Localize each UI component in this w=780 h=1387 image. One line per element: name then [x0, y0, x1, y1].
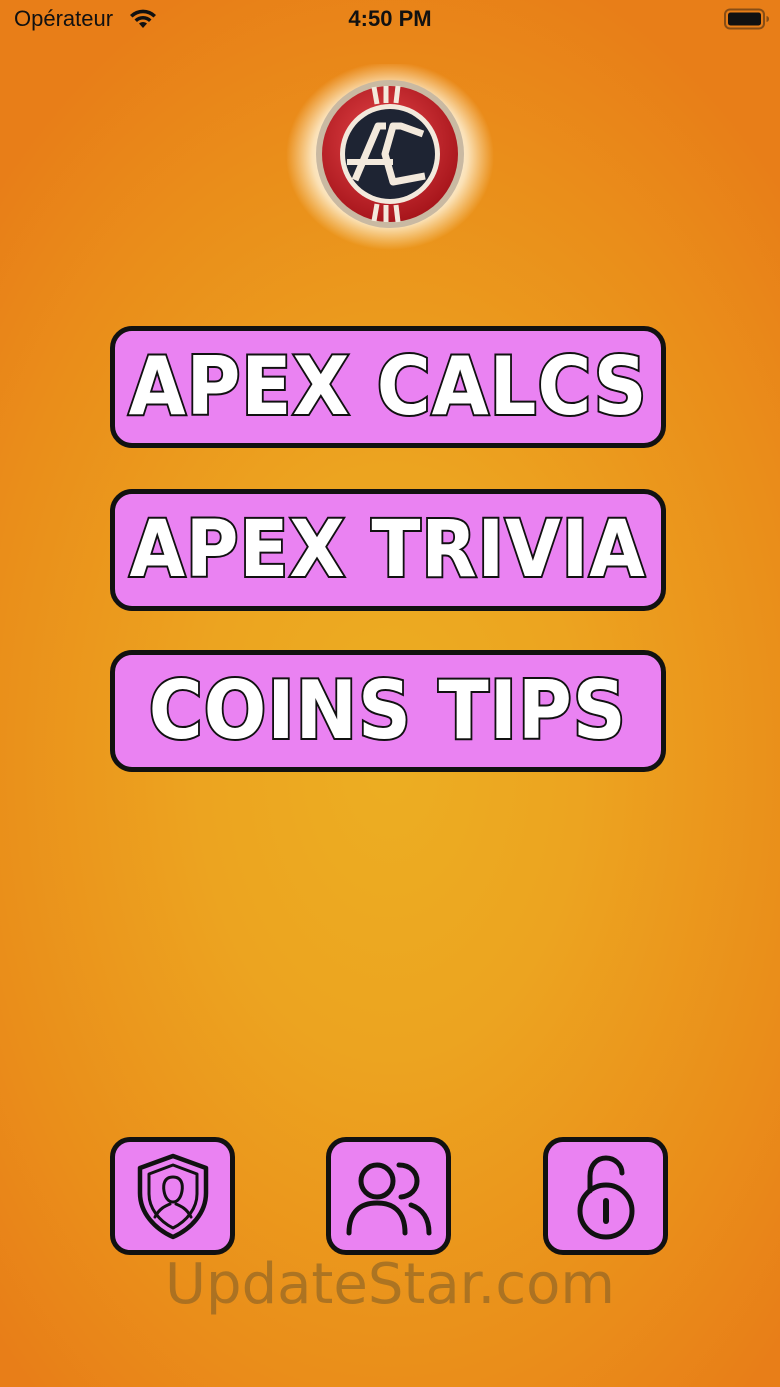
- unlock-icon: [577, 1155, 634, 1240]
- apex-coins-logo: [286, 64, 494, 250]
- battery-icon: [724, 8, 769, 30]
- privacy-button[interactable]: [110, 1137, 235, 1255]
- coins-tips-label: COINS TIPS: [147, 664, 628, 757]
- shield-user-icon: [137, 1153, 208, 1240]
- watermark: UpdateStar.com: [165, 1252, 615, 1317]
- unlock-button[interactable]: [543, 1137, 668, 1255]
- apex-calcs-label: APEX CALCS: [127, 340, 649, 433]
- status-bar: Opérateur 4:50 PM: [0, 0, 780, 40]
- users-icon: [346, 1162, 431, 1236]
- community-button[interactable]: [326, 1137, 451, 1255]
- apex-trivia-button[interactable]: APEX TRIVIA: [110, 489, 666, 611]
- apex-trivia-label: APEX TRIVIA: [128, 505, 647, 595]
- coins-tips-button[interactable]: COINS TIPS: [110, 650, 666, 772]
- status-time: 4:50 PM: [348, 6, 432, 31]
- apex-calcs-button[interactable]: APEX CALCS: [110, 326, 666, 448]
